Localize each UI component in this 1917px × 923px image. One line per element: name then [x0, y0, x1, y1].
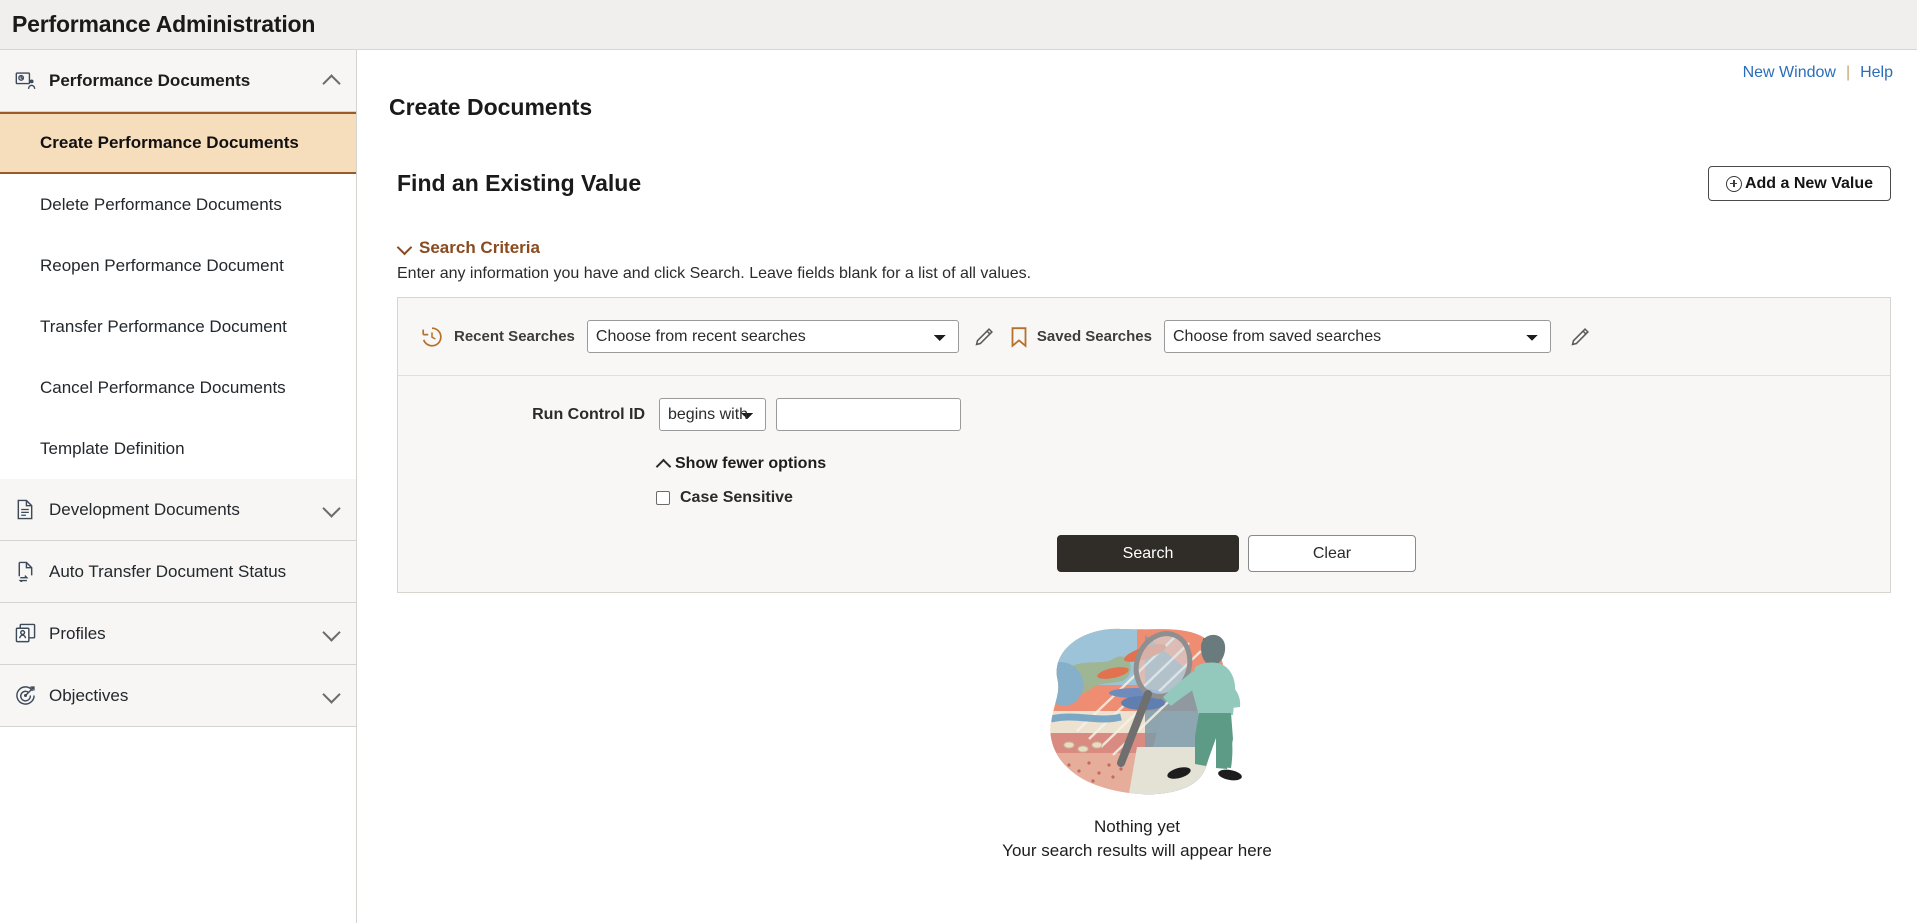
edit-saved-searches-icon[interactable] [1569, 326, 1591, 348]
target-icon [14, 685, 36, 707]
case-sensitive-row: Case Sensitive [656, 489, 1890, 507]
chevron-down-icon[interactable] [322, 624, 342, 644]
top-links: New Window | Help [1743, 64, 1893, 82]
edit-recent-searches-icon[interactable] [973, 326, 995, 348]
empty-state-subtitle: Your search results will appear here [1002, 841, 1272, 861]
saved-searches-label-text: Saved Searches [1036, 328, 1152, 346]
search-actions-row: Search Clear [398, 535, 1890, 573]
clear-button[interactable]: Clear [1248, 535, 1416, 573]
chevron-down-icon[interactable] [322, 686, 342, 706]
sidebar-item-label: Transfer Performance Document [40, 316, 287, 336]
sidebar-group-label: Auto Transfer Document Status [49, 561, 287, 581]
search-button[interactable]: Search [1057, 535, 1239, 573]
chevron-up-icon [656, 456, 672, 472]
search-criteria-toggle[interactable]: Search Criteria [397, 238, 1917, 258]
saved-searches-icon [1009, 326, 1029, 348]
sidebar-group-label: Performance Documents [49, 70, 251, 90]
main-content: New Window | Help Create Documents Find … [357, 50, 1917, 923]
empty-state-title: Nothing yet [1094, 817, 1180, 837]
sidebar-item-label: Reopen Performance Document [40, 255, 284, 275]
page-title: Create Documents [389, 94, 593, 120]
sidebar-item-cancel-performance-documents[interactable]: Cancel Performance Documents [0, 357, 356, 418]
sidebar-item-reopen-performance-document[interactable]: Reopen Performance Document [0, 235, 356, 296]
sidebar-group-label: Objectives [49, 685, 129, 705]
sidebar-group-label: Development Documents [49, 499, 240, 519]
case-sensitive-label: Case Sensitive [680, 489, 793, 507]
recent-searches-label-text: Recent Searches [454, 328, 575, 346]
empty-state: Nothing yet Your search results will app… [357, 615, 1917, 861]
sidebar-group-label: Profiles [49, 623, 106, 643]
person-with-magnifier-illustration [1017, 615, 1257, 805]
run-control-id-label: Run Control ID [532, 405, 645, 423]
app-title: Performance Administration [12, 11, 316, 37]
plus-circle-icon [1725, 175, 1742, 192]
help-link[interactable]: Help [1860, 64, 1893, 82]
sidebar-group-development-documents[interactable]: Development Documents [0, 479, 356, 541]
show-fewer-options-toggle[interactable]: Show fewer options [656, 455, 1890, 473]
case-sensitive-checkbox[interactable] [656, 491, 670, 506]
sidebar-item-template-definition[interactable]: Template Definition [0, 418, 356, 479]
saved-searches-label: Saved Searches [1037, 328, 1152, 345]
sidebar: Performance Documents Create Performance… [0, 50, 357, 923]
run-control-id-operator-select[interactable]: begins with [659, 398, 766, 432]
sidebar-item-transfer-performance-document[interactable]: Transfer Performance Document [0, 296, 356, 357]
section-title: Find an Existing Value [397, 170, 642, 197]
saved-recent-searches-row: Recent Searches Choose from recent searc… [398, 298, 1890, 377]
sidebar-group-auto-transfer-document-status[interactable]: Auto Transfer Document Status [0, 541, 356, 603]
page-layout: Performance Documents Create Performance… [0, 50, 1917, 923]
recent-searches-label: Recent Searches [454, 328, 575, 345]
run-control-id-row: Run Control ID begins with [398, 398, 1890, 432]
show-fewer-options-label: Show fewer options [675, 455, 827, 473]
sidebar-item-label: Cancel Performance Documents [40, 377, 286, 397]
add-a-new-value-button[interactable]: Add a New Value [1707, 166, 1891, 202]
profiles-icon [14, 623, 36, 645]
chevron-down-icon[interactable] [322, 500, 342, 520]
recent-searches-icon [420, 325, 444, 349]
add-a-new-value-label: Add a New Value [1744, 174, 1873, 192]
performance-documents-icon [14, 70, 36, 92]
sidebar-item-label: Create Performance Documents [40, 133, 299, 152]
saved-searches-select[interactable]: Choose from saved searches [1163, 320, 1551, 354]
recent-searches-select[interactable]: Choose from recent searches [586, 320, 959, 354]
sidebar-item-label: Template Definition [40, 438, 185, 458]
search-criteria-label: Search Criteria [419, 238, 540, 258]
search-criteria-help-text: Enter any information you have and click… [397, 265, 1032, 283]
sidebar-group-performance-documents[interactable]: Performance Documents [0, 50, 356, 112]
sidebar-group-profiles[interactable]: Profiles [0, 603, 356, 665]
sidebar-item-delete-performance-documents[interactable]: Delete Performance Documents [0, 174, 356, 235]
section-header-row: Find an Existing Value Add a New Value [397, 151, 1891, 216]
sidebar-item-create-performance-documents[interactable]: Create Performance Documents [0, 112, 356, 174]
sidebar-item-label: Delete Performance Documents [40, 194, 282, 214]
search-panel: Recent Searches Choose from recent searc… [397, 297, 1891, 594]
links-divider: | [1845, 64, 1851, 81]
search-panel-body: Run Control ID begins with Show fewer op… [398, 376, 1890, 592]
document-icon [14, 499, 36, 521]
transfer-document-icon [14, 561, 36, 583]
app-header: Performance Administration [0, 0, 1917, 50]
run-control-id-input[interactable] [776, 398, 961, 432]
sidebar-group-objectives[interactable]: Objectives [0, 665, 356, 727]
new-window-link[interactable]: New Window [1743, 64, 1836, 82]
chevron-down-icon [397, 240, 413, 256]
chevron-up-icon[interactable] [322, 71, 342, 91]
